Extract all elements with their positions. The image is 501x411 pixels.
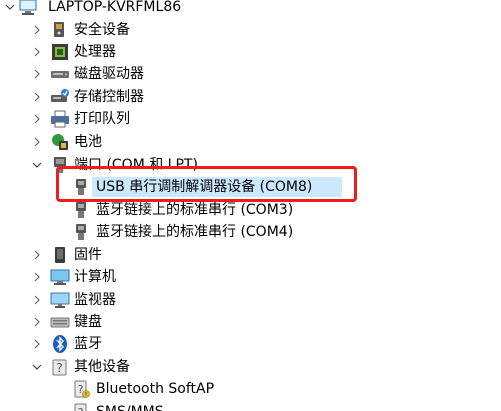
highlight-annotation-box bbox=[56, 166, 357, 202]
tree-item-monitors[interactable]: 监视器 bbox=[0, 289, 501, 311]
tree-item-other-devices[interactable]: ? 其他设备 bbox=[0, 356, 501, 378]
chevron-right-icon[interactable] bbox=[31, 19, 43, 41]
tree-item-label: 打印队列 bbox=[74, 111, 130, 127]
device-manager-tree: LAPTOP-KVRFML86 安全设备 处理器 磁盘驱动器 存储控制器 打印队… bbox=[0, 0, 501, 411]
tree-item-label: 电池 bbox=[74, 134, 102, 150]
chevron-right-icon[interactable] bbox=[31, 244, 43, 266]
chevron-down-icon[interactable] bbox=[31, 356, 43, 378]
tree-item-label: 安全设备 bbox=[74, 22, 130, 38]
tree-item-label: 蓝牙 bbox=[74, 336, 102, 352]
battery-icon bbox=[50, 132, 70, 152]
tree-item-bt-serial-com3[interactable]: 蓝牙链接上的标准串行 (COM3) bbox=[0, 199, 501, 221]
chevron-right-icon[interactable] bbox=[31, 311, 43, 333]
tree-item-label: SMS/MMS bbox=[96, 401, 164, 411]
tree-item-keyboards[interactable]: 键盘 bbox=[0, 311, 501, 333]
tree-item-batteries[interactable]: 电池 bbox=[0, 131, 501, 153]
tree-item-label: 蓝牙链接上的标准串行 (COM3) bbox=[96, 202, 294, 218]
chevron-right-icon[interactable] bbox=[31, 266, 43, 288]
tree-item-label: 监视器 bbox=[74, 292, 116, 308]
chevron-right-icon[interactable] bbox=[31, 63, 43, 85]
tree-item-bt-serial-com4[interactable]: 蓝牙链接上的标准串行 (COM4) bbox=[0, 221, 501, 243]
tree-item-label: 固件 bbox=[74, 247, 102, 263]
chevron-right-icon[interactable] bbox=[31, 131, 43, 153]
firmware-icon bbox=[50, 245, 70, 265]
tree-item-disk-drives[interactable]: 磁盘驱动器 bbox=[0, 63, 501, 85]
printer-icon bbox=[50, 109, 70, 129]
tree-item-label: 处理器 bbox=[74, 44, 116, 60]
unknown-device-icon: ?! bbox=[71, 379, 91, 399]
chevron-down-icon[interactable] bbox=[31, 154, 43, 176]
chevron-down-icon[interactable] bbox=[4, 0, 16, 18]
svg-text:?: ? bbox=[78, 406, 84, 411]
keyboard-icon bbox=[50, 312, 70, 332]
tree-item-print-queues[interactable]: 打印队列 bbox=[0, 108, 501, 130]
computer-icon bbox=[18, 0, 38, 17]
unknown-device-icon: ? bbox=[71, 402, 91, 411]
chevron-right-icon[interactable] bbox=[31, 333, 43, 355]
tree-item-bluetooth-softap[interactable]: ?! Bluetooth SoftAP bbox=[0, 378, 501, 400]
chevron-right-icon[interactable] bbox=[31, 289, 43, 311]
tree-item-label: 磁盘驱动器 bbox=[74, 66, 144, 82]
tree-item-sms-mms[interactable]: ? SMS/MMS bbox=[0, 401, 501, 411]
tree-root[interactable]: LAPTOP-KVRFML86 bbox=[0, 0, 501, 18]
bluetooth-icon bbox=[50, 334, 70, 354]
tree-item-label: 蓝牙链接上的标准串行 (COM4) bbox=[96, 224, 294, 240]
tree-root-label: LAPTOP-KVRFML86 bbox=[48, 0, 182, 15]
tree-item-label: 计算机 bbox=[74, 269, 116, 285]
storage-controller-icon bbox=[50, 87, 70, 107]
tree-item-computer[interactable]: 计算机 bbox=[0, 266, 501, 288]
tree-item-label: 存储控制器 bbox=[74, 89, 144, 105]
tree-item-label: 键盘 bbox=[74, 314, 102, 330]
tree-item-storage-controllers[interactable]: 存储控制器 bbox=[0, 86, 501, 108]
processor-icon bbox=[50, 42, 70, 62]
port-icon bbox=[71, 200, 91, 220]
other-device-icon: ? bbox=[50, 357, 70, 377]
computer-icon bbox=[50, 267, 70, 287]
svg-text:?: ? bbox=[56, 361, 62, 375]
tree-item-processors[interactable]: 处理器 bbox=[0, 41, 501, 63]
chevron-right-icon[interactable] bbox=[31, 86, 43, 108]
tree-item-label: 其他设备 bbox=[74, 359, 130, 375]
disk-drive-icon bbox=[50, 64, 70, 84]
tree-item-label: Bluetooth SoftAP bbox=[96, 381, 215, 397]
tree-item-bluetooth[interactable]: 蓝牙 bbox=[0, 333, 501, 355]
tree-item-security-devices[interactable]: 安全设备 bbox=[0, 19, 501, 41]
tree-item-firmware[interactable]: 固件 bbox=[0, 244, 501, 266]
monitor-icon bbox=[50, 290, 70, 310]
security-device-icon bbox=[50, 20, 70, 40]
chevron-right-icon[interactable] bbox=[31, 41, 43, 63]
chevron-right-icon[interactable] bbox=[31, 108, 43, 130]
port-icon bbox=[71, 222, 91, 242]
svg-text:!: ! bbox=[85, 392, 87, 399]
